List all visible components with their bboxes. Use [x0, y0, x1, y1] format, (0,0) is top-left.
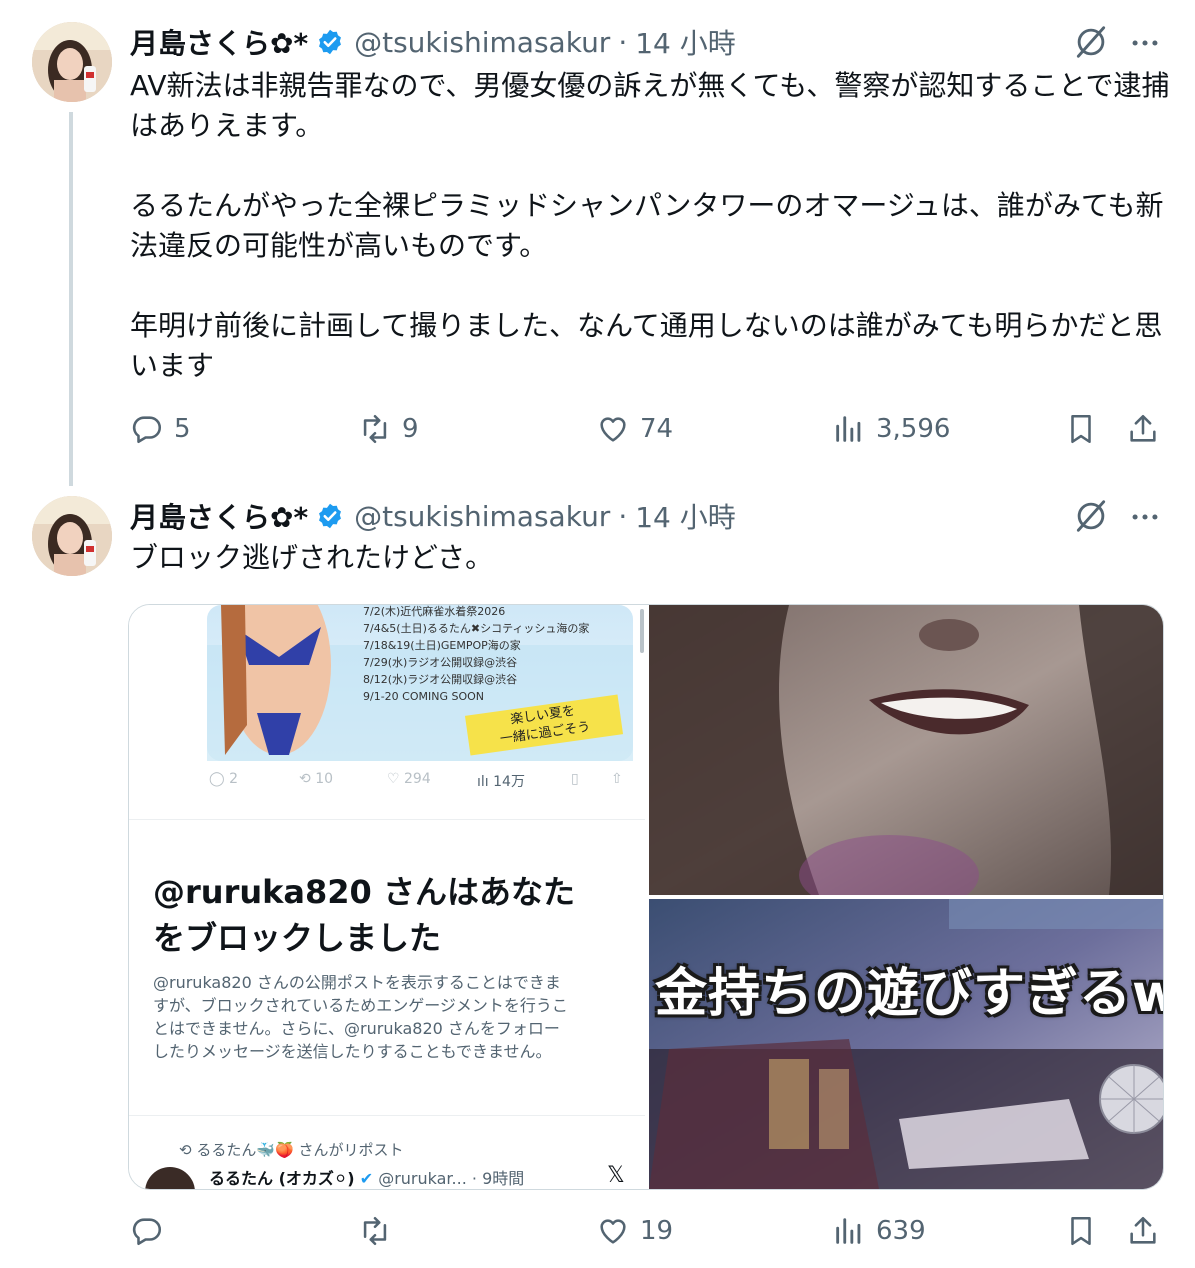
- tweet-header: 月島さくら✿* @tsukishimasakur · 14 小時: [130, 22, 736, 62]
- timestamp[interactable]: 14 小時: [635, 22, 736, 62]
- reply-icon: [132, 1218, 162, 1246]
- schedule-line: 7/4&5(土日)るるたん✖シコティッシュ海の家: [363, 622, 590, 635]
- schedule-line: 7/18&19(土日)GEMPOP海の家: [363, 639, 521, 652]
- party-photo: [649, 899, 1163, 1189]
- avatar[interactable]: [32, 22, 112, 102]
- block-title-line: @ruruka820 さんはあなた: [153, 873, 575, 911]
- views-button[interactable]: 3,596: [832, 412, 950, 446]
- views-count: 3,596: [876, 414, 951, 444]
- thread-line: [69, 112, 73, 486]
- grok-icon[interactable]: [1072, 23, 1110, 61]
- block-body-line: したりメッセージを送信したりすることもできません。: [153, 1042, 552, 1061]
- display-name[interactable]: 月島さくら✿*: [130, 496, 308, 536]
- bookmark-button[interactable]: [1064, 412, 1108, 446]
- repost-button[interactable]: [358, 1214, 402, 1248]
- bookmark-icon: [1071, 414, 1091, 444]
- embedded-like-count: 294: [404, 771, 431, 787]
- more-options-icon[interactable]: [1128, 500, 1162, 534]
- embedded-repost-line: ⟲ るるたん🐳🍑 さんがリポスト: [179, 1139, 403, 1160]
- embedded-like: ♡ 294: [387, 771, 431, 787]
- block-body-line: とはできません。さらに、@ruruka820 さんをフォロー: [153, 1019, 560, 1038]
- share-button[interactable]: [1126, 412, 1170, 446]
- embedded-action-bar: ◯ 2 ⟲ 10 ♡ 294 ılı 14万 ▯ ⇧: [207, 771, 633, 795]
- reply-button[interactable]: [130, 1214, 174, 1248]
- views-icon: [836, 1218, 861, 1244]
- tweet-header: 月島さくら✿* @tsukishimasakur · 14 小時: [130, 496, 736, 536]
- more-options-icon[interactable]: [1128, 26, 1162, 60]
- schedule-line: 8/12(水)ラジオ公開収録@渋谷: [363, 673, 518, 686]
- smiling-face-photo: [649, 605, 1163, 895]
- views-icon: [836, 416, 861, 442]
- like-button[interactable]: 74: [596, 412, 673, 446]
- embedded-handle: @rurukar...: [378, 1169, 467, 1188]
- share-button[interactable]: [1126, 1214, 1170, 1248]
- separator-dot: ·: [618, 25, 628, 59]
- repost-icon: [363, 1216, 387, 1246]
- embedded-share-icon: ⇧: [611, 771, 623, 787]
- timestamp[interactable]: 14 小時: [635, 496, 736, 536]
- grok-icon[interactable]: [1072, 497, 1110, 535]
- share-icon: [1130, 1216, 1156, 1244]
- action-bar: 5 9 74 3,596: [130, 412, 1170, 452]
- x-logo-icon: 𝕏: [607, 1163, 625, 1188]
- action-bar: 19 639: [130, 1214, 1170, 1254]
- avatar[interactable]: [32, 496, 112, 576]
- tweet-text: ブロック逃げされたけどさ。: [130, 541, 494, 574]
- heart-icon: [600, 1219, 626, 1244]
- separator-dot: ·: [618, 499, 628, 533]
- block-title: @ruruka820 さんはあなた をブロックしました: [153, 869, 575, 961]
- embedded-verified-icon: ✔: [359, 1169, 379, 1188]
- embedded-views-count: 14万: [493, 774, 525, 790]
- media-screenshot[interactable]: 7/2(木)近代麻雀水着祭2026 7/4&5(土日)るるたん✖シコティッシュ海…: [129, 605, 645, 1189]
- block-body-line: すが、ブロックされているためエンゲージメントを行うこ: [153, 996, 568, 1015]
- embedded-views: ılı 14万: [477, 774, 525, 790]
- bookmark-button[interactable]: [1064, 1214, 1108, 1248]
- repost-small-icon: ⟲: [179, 1141, 197, 1159]
- media-grid[interactable]: 7/2(木)近代麻雀水着祭2026 7/4&5(土日)るるたん✖シコティッシュ海…: [128, 604, 1164, 1190]
- bookmark-icon: [1071, 1216, 1091, 1246]
- repost-button[interactable]: 9: [358, 412, 419, 446]
- block-body: @ruruka820 さんの公開ポストを表示することはできま すが、ブロックされ…: [153, 971, 568, 1063]
- handle[interactable]: @tsukishimasakur: [354, 500, 610, 533]
- embedded-repost: ⟲ 10: [299, 771, 334, 787]
- divider: [129, 1115, 645, 1116]
- block-body-line: @ruruka820 さんの公開ポストを表示することはできま: [153, 973, 561, 992]
- block-title-line: をブロックしました: [153, 919, 442, 957]
- schedule-list: 7/2(木)近代麻雀水着祭2026 7/4&5(土日)るるたん✖シコティッシュ海…: [363, 605, 589, 705]
- tweet-text: AV新法は非親告罪なので、男優女優の訴えが無くても、警察が認知することで逮捕はあ…: [130, 69, 1170, 382]
- embedded-author-line: るるたん (オカズ⚪) ✔ @rurukar... · 9時間: [209, 1165, 524, 1189]
- verified-badge-icon: [319, 29, 342, 55]
- embedded-repost-count: 10: [315, 771, 334, 787]
- reply-count: 5: [174, 414, 191, 444]
- repost-line-text: るるたん🐳🍑 さんがリポスト: [196, 1141, 404, 1159]
- embedded-bookmark-icon: ▯: [571, 771, 579, 787]
- like-count: 19: [640, 1216, 674, 1246]
- handle[interactable]: @tsukishimasakur: [354, 26, 610, 59]
- embedded-author: るるたん (オカズ⚪): [209, 1169, 355, 1188]
- embedded-reply-count: 2: [229, 771, 239, 787]
- like-count: 74: [640, 414, 674, 444]
- embedded-time: · 9時間: [471, 1169, 525, 1188]
- divider: [129, 819, 645, 820]
- media-photo-bottom[interactable]: 金持ちの遊びすぎるw: [649, 899, 1163, 1189]
- schedule-line: 7/29(水)ラジオ公開収録@渋谷: [363, 656, 518, 669]
- share-icon: [1130, 414, 1156, 442]
- reply-icon: [132, 416, 162, 444]
- schedule-line: 7/2(木)近代麻雀水着祭2026: [363, 605, 506, 618]
- media-photo-top[interactable]: [649, 605, 1163, 895]
- verified-badge-icon: [319, 503, 342, 529]
- like-button[interactable]: 19: [596, 1214, 673, 1248]
- views-button[interactable]: 639: [832, 1214, 926, 1248]
- views-count: 639: [876, 1216, 926, 1246]
- embedded-reply: ◯ 2: [209, 771, 239, 787]
- video-caption: 金持ちの遊びすぎるw: [655, 964, 1163, 1024]
- reply-button[interactable]: 5: [130, 412, 191, 446]
- display-name[interactable]: 月島さくら✿*: [130, 22, 308, 62]
- repost-icon: [363, 414, 387, 444]
- heart-icon: [600, 417, 626, 442]
- repost-count: 9: [402, 414, 419, 444]
